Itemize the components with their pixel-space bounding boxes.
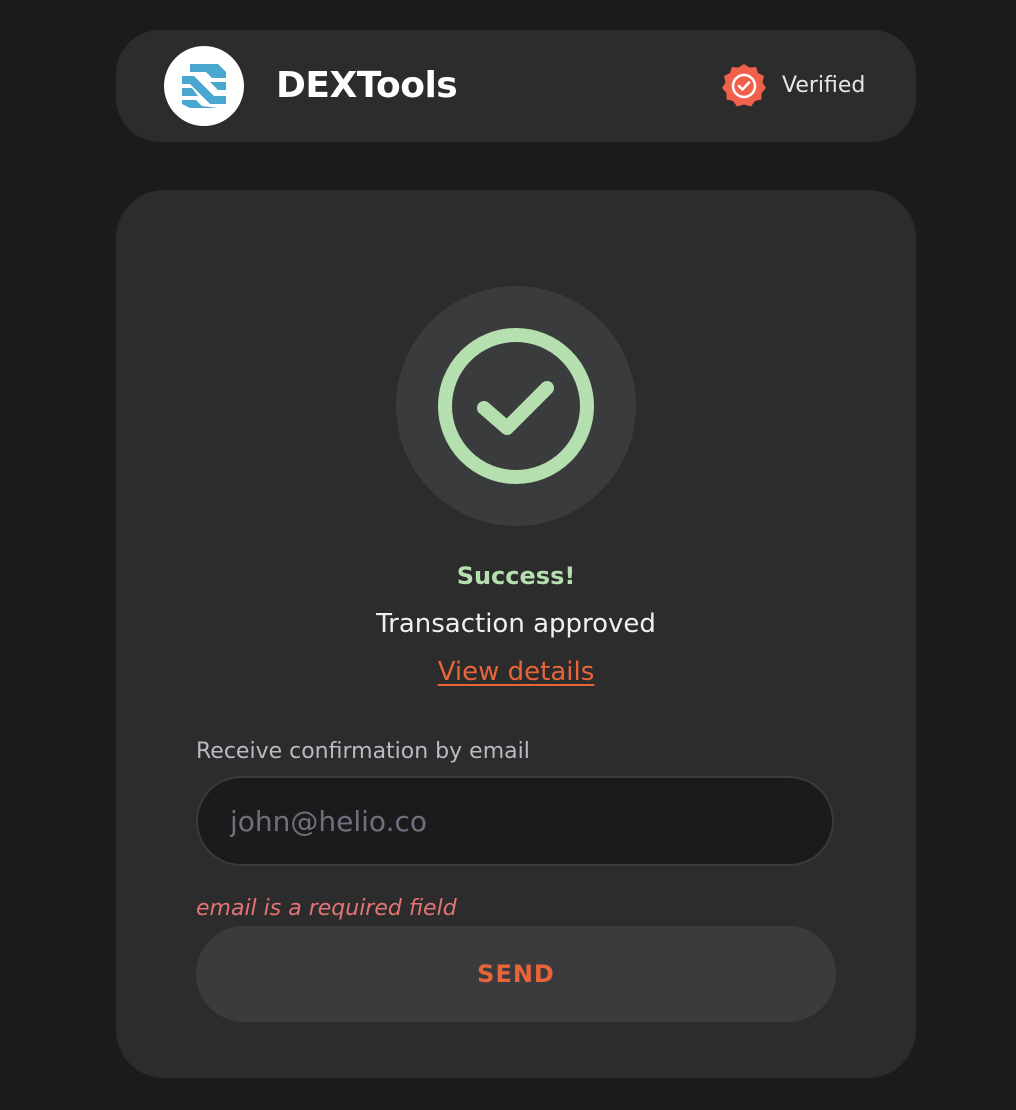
email-field[interactable]	[196, 776, 834, 866]
brand-name: DEXTools	[276, 65, 458, 106]
send-button[interactable]: SEND	[196, 926, 836, 1022]
verified-label: Verified	[782, 73, 866, 98]
payment-result-card: Success! Transaction approved View detai…	[116, 190, 916, 1078]
email-field-label: Receive confirmation by email	[196, 739, 530, 764]
header-bar: DEXTools Verified	[116, 30, 916, 142]
status-message: Transaction approved	[376, 609, 656, 639]
email-error-message: email is a required field	[196, 896, 457, 921]
status-title: Success!	[456, 562, 576, 590]
check-circle-icon	[396, 286, 636, 526]
view-details-link[interactable]: View details	[116, 654, 916, 690]
verified-badge-icon	[718, 60, 770, 112]
dextools-logo-icon	[164, 46, 244, 126]
